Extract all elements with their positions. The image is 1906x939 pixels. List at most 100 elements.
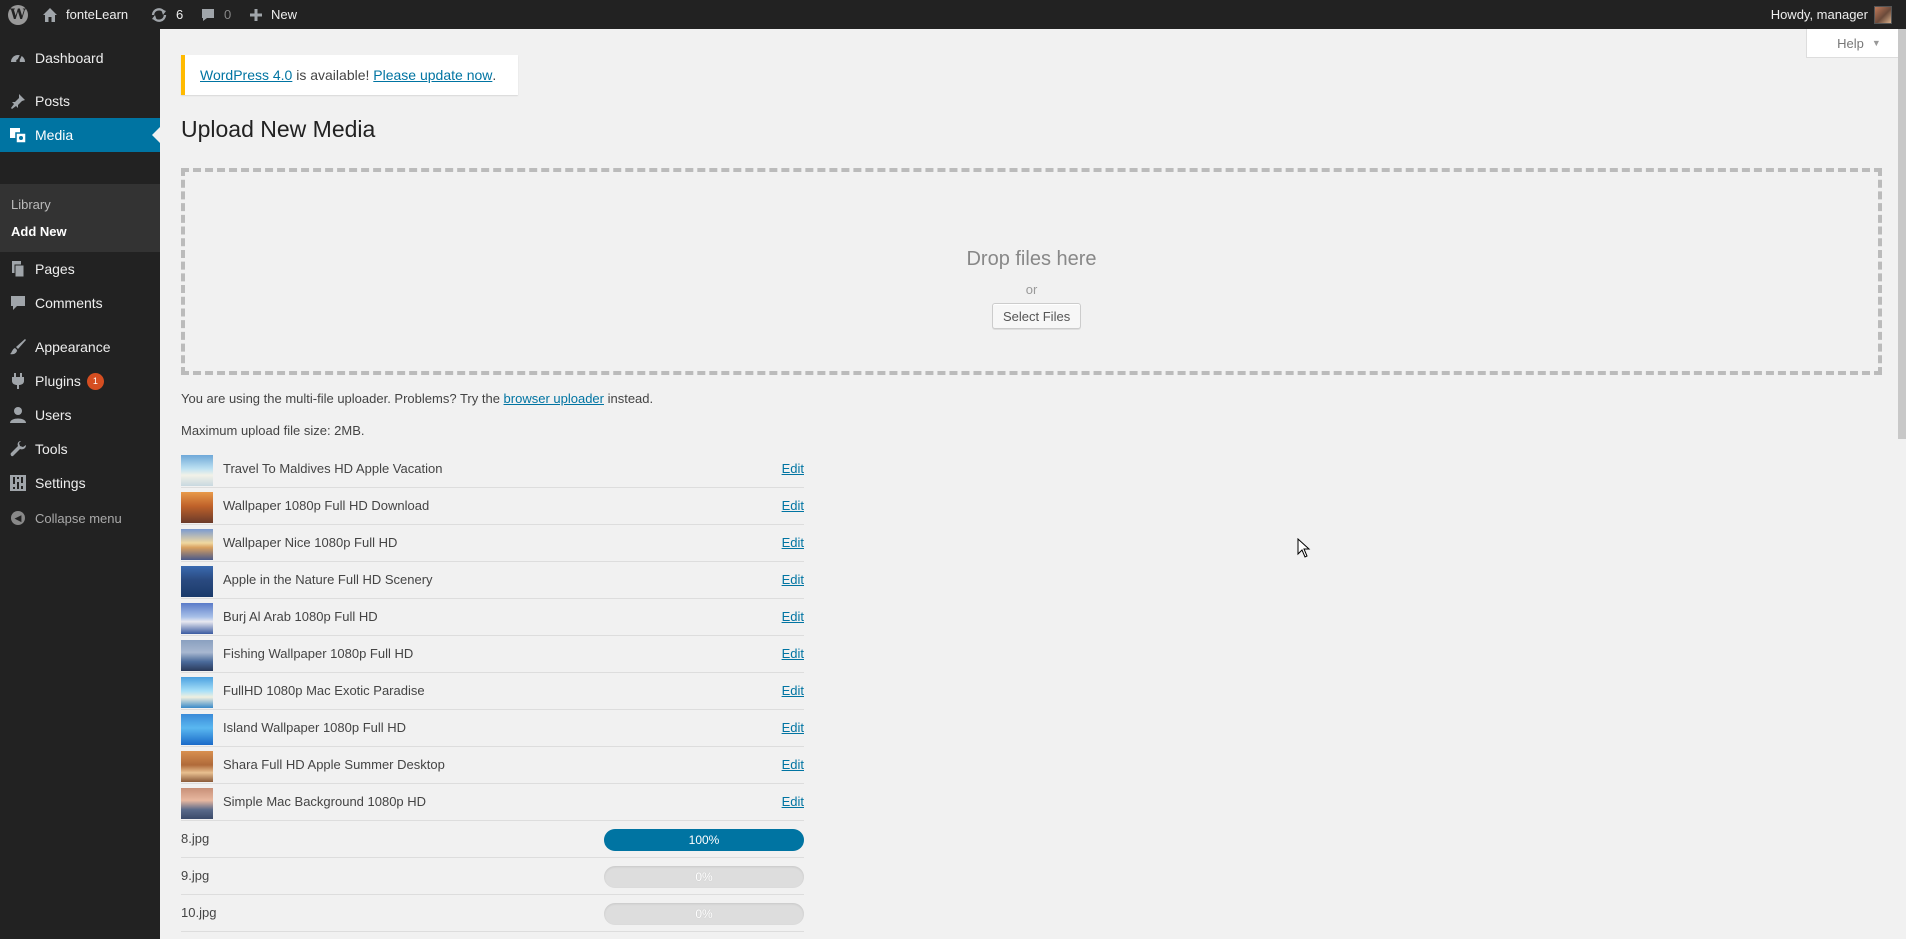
- updates-link[interactable]: 6: [150, 0, 183, 29]
- new-content-link[interactable]: New: [249, 0, 297, 29]
- media-item-row: Island Wallpaper 1080p Full HD Edit: [181, 710, 804, 747]
- media-item-edit-link[interactable]: Edit: [782, 794, 804, 809]
- new-label: New: [271, 7, 298, 22]
- update-notice: WordPress 4.0 is available! Please updat…: [181, 55, 518, 95]
- media-item-title: Fishing Wallpaper 1080p Full HD: [223, 646, 414, 661]
- media-item-row: Simple Mac Background 1080p HD Edit: [181, 784, 804, 821]
- sidebar-item-media[interactable]: Media: [0, 118, 160, 152]
- media-thumbnail: [181, 788, 213, 819]
- dashboard-icon: [8, 49, 28, 67]
- media-thumbnail: [181, 751, 213, 782]
- update-now-link[interactable]: Please update now: [373, 67, 492, 83]
- sidebar-item-tools[interactable]: Tools: [0, 432, 160, 466]
- media-item-title: Apple in the Nature Full HD Scenery: [223, 572, 433, 587]
- media-item-edit-link[interactable]: Edit: [782, 535, 804, 550]
- media-item-title: Island Wallpaper 1080p Full HD: [223, 720, 407, 735]
- help-tab[interactable]: Help ▼: [1806, 29, 1906, 58]
- upload-progress-percent: 0%: [695, 870, 713, 884]
- sidebar-item-comments[interactable]: Comments: [0, 286, 160, 320]
- media-item-edit-link[interactable]: Edit: [782, 720, 804, 735]
- uploader-note-end: instead.: [603, 391, 654, 406]
- upload-item-row: 8.jpg 100%: [181, 821, 804, 858]
- account-menu[interactable]: Howdy, manager: [1771, 0, 1892, 29]
- media-thumbnail: [181, 492, 213, 523]
- uploader-note: You are using the multi-file uploader. P…: [181, 391, 653, 406]
- drop-or-text: or: [1025, 282, 1038, 297]
- submenu-item-add-new[interactable]: Add New: [11, 224, 67, 239]
- upload-progress-percent: 100%: [688, 833, 720, 847]
- plugin-icon: [8, 372, 28, 390]
- media-thumbnail: [181, 714, 213, 745]
- upload-progress-bar: 100%: [604, 829, 804, 851]
- upload-item-row: 9.jpg 0%: [181, 858, 804, 895]
- sidebar-item-plugins[interactable]: Plugins 1: [0, 364, 160, 398]
- select-files-button[interactable]: Select Files: [992, 303, 1082, 329]
- sidebar-item-appearance[interactable]: Appearance: [0, 330, 160, 364]
- wrench-icon: [8, 440, 28, 458]
- media-thumbnail: [181, 640, 213, 671]
- admin-sidebar: Dashboard Posts Media Library Add New Pa…: [0, 29, 160, 939]
- upload-progress-percent: 0%: [695, 907, 713, 921]
- greeting: Howdy, manager: [1770, 7, 1868, 22]
- admin-bar: W fonteLearn 6 0 New Howdy, manager: [0, 0, 1906, 29]
- sidebar-item-users[interactable]: Users: [0, 398, 160, 432]
- media-item-title: Travel To Maldives HD Apple Vacation: [223, 461, 443, 476]
- collapse-icon: ◀: [8, 511, 28, 525]
- settings-icon: [8, 474, 28, 492]
- sidebar-item-label: Dashboard: [35, 50, 104, 66]
- media-item-title: Wallpaper Nice 1080p Full HD: [223, 535, 398, 550]
- media-thumbnail: [181, 529, 213, 560]
- media-item-edit-link[interactable]: Edit: [782, 646, 804, 661]
- drop-zone[interactable]: Drop files here or Select Files: [181, 168, 1882, 375]
- upload-filename: 8.jpg: [181, 831, 210, 846]
- media-item-row: Burj Al Arab 1080p Full HD Edit: [181, 599, 804, 636]
- media-item-row: Travel To Maldives HD Apple Vacation Edit: [181, 451, 804, 488]
- media-item-row: Fishing Wallpaper 1080p Full HD Edit: [181, 636, 804, 673]
- sidebar-item-label: Comments: [35, 295, 103, 311]
- media-item-edit-link[interactable]: Edit: [782, 757, 804, 772]
- media-thumbnail: [181, 603, 213, 634]
- upload-filename: 10.jpg: [181, 905, 217, 920]
- browser-uploader-link[interactable]: browser uploader: [504, 391, 604, 406]
- media-item-edit-link[interactable]: Edit: [782, 609, 804, 624]
- media-item-edit-link[interactable]: Edit: [782, 461, 804, 476]
- site-name: fonteLearn: [66, 7, 129, 22]
- upload-item-row: 10.jpg 0%: [181, 895, 804, 932]
- sidebar-item-label: Media: [35, 127, 74, 143]
- chevron-down-icon: ▼: [1871, 38, 1881, 48]
- sidebar-item-label: Users: [35, 407, 72, 423]
- sidebar-item-label: Posts: [35, 93, 71, 109]
- user-icon: [8, 406, 28, 424]
- submenu-item-library[interactable]: Library: [11, 197, 51, 212]
- media-item-title: Burj Al Arab 1080p Full HD: [223, 609, 378, 624]
- drop-files-text: Drop files here: [966, 248, 1097, 270]
- media-thumbnail: [181, 566, 213, 597]
- media-item-title: FullHD 1080p Mac Exotic Paradise: [223, 683, 425, 698]
- sidebar-item-settings[interactable]: Settings: [0, 466, 160, 500]
- help-label: Help: [1837, 35, 1864, 51]
- media-item-row: FullHD 1080p Mac Exotic Paradise Edit: [181, 673, 804, 710]
- pages-icon: [8, 260, 28, 278]
- collapse-menu-button[interactable]: ◀ Collapse menu: [0, 501, 160, 535]
- comment-icon: [8, 294, 28, 312]
- sidebar-item-label: Tools: [35, 441, 68, 457]
- comments-link[interactable]: 0: [200, 0, 231, 29]
- media-icon: [8, 126, 28, 144]
- plus-icon: [249, 8, 263, 22]
- scrollbar[interactable]: [1898, 29, 1906, 439]
- media-item-title: Shara Full HD Apple Summer Desktop: [223, 757, 445, 772]
- site-name-link[interactable]: fonteLearn: [42, 0, 128, 29]
- plugins-update-badge: 1: [86, 372, 104, 390]
- updates-count: 6: [176, 7, 184, 22]
- sidebar-item-pages[interactable]: Pages: [0, 252, 160, 286]
- media-item-edit-link[interactable]: Edit: [782, 683, 804, 698]
- media-item-edit-link[interactable]: Edit: [782, 572, 804, 587]
- sidebar-item-label: Pages: [35, 261, 75, 277]
- wordpress-version-link[interactable]: WordPress 4.0: [200, 67, 292, 83]
- sidebar-item-dashboard[interactable]: Dashboard: [0, 41, 160, 75]
- home-icon: [42, 7, 58, 23]
- media-item-edit-link[interactable]: Edit: [782, 498, 804, 513]
- uploader-note-text: You are using the multi-file uploader. P…: [181, 391, 504, 406]
- sidebar-item-posts[interactable]: Posts: [0, 84, 160, 118]
- wordpress-logo[interactable]: W: [8, 0, 28, 29]
